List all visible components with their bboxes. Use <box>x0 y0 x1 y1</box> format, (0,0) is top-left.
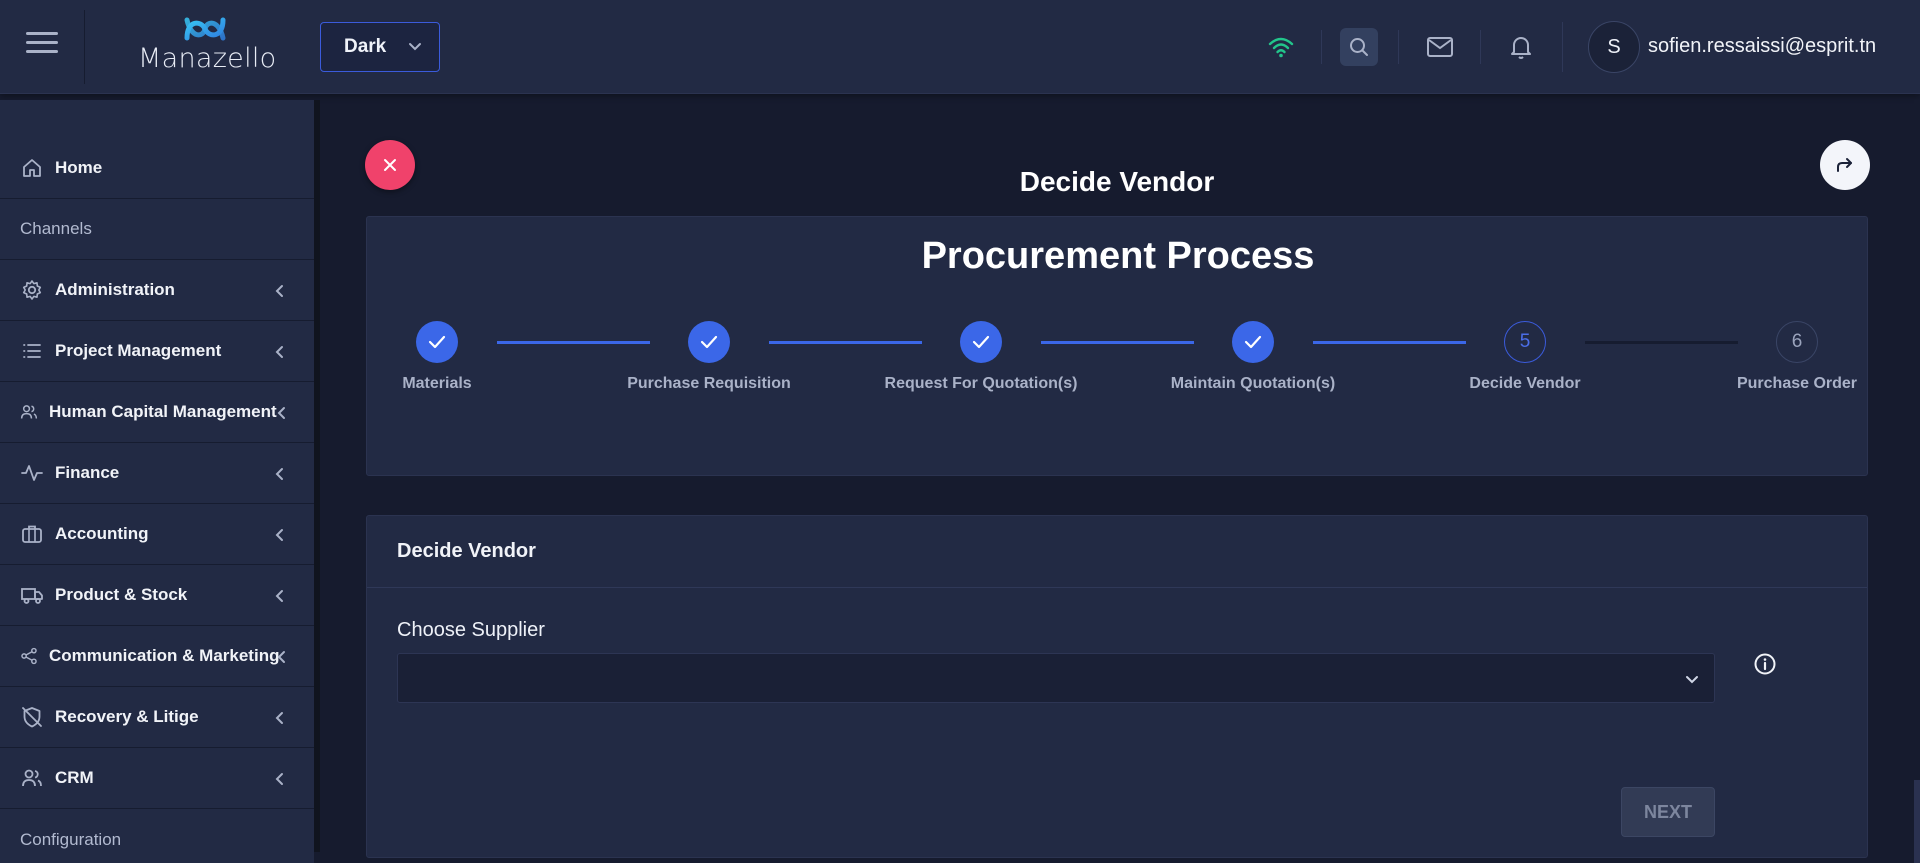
divider <box>1398 30 1399 64</box>
divider <box>1480 30 1481 64</box>
chevron-down-icon <box>409 43 421 51</box>
sidebar-section-label: Channels <box>20 219 92 238</box>
sidebar-item-label: Recovery & Litige <box>55 707 199 726</box>
sidebar-item-crm[interactable]: CRM <box>0 748 314 809</box>
share-icon <box>20 644 38 668</box>
gear-icon <box>20 278 44 302</box>
chevron-left-icon <box>275 712 283 724</box>
check-icon <box>428 335 446 349</box>
sidebar-item-accounting[interactable]: Accounting <box>0 504 314 565</box>
step-connector <box>769 341 922 344</box>
sidebar-item-recovery-litige[interactable]: Recovery & Litige <box>0 687 314 748</box>
step-4-indicator[interactable] <box>1232 321 1274 363</box>
divider <box>84 10 85 84</box>
brand-logo[interactable]: Manazello <box>138 14 277 78</box>
step-connector <box>1313 341 1466 344</box>
info-icon[interactable] <box>1753 652 1777 676</box>
truck-icon <box>20 583 44 607</box>
chevron-left-icon <box>275 529 283 541</box>
step-2-label: Purchase Requisition <box>627 375 791 392</box>
sidebar-item-label: Administration <box>55 280 175 299</box>
decide-vendor-card: Decide Vendor Choose Supplier NEXT <box>366 515 1868 858</box>
sidebar-item-label: CRM <box>55 768 94 787</box>
briefcase-icon <box>20 522 44 546</box>
sidebar-item-label: Project Management <box>55 341 222 360</box>
step-connector <box>497 341 650 344</box>
sidebar-item-label: Human Capital Management <box>49 402 277 421</box>
shield-off-icon <box>20 705 44 729</box>
chevron-left-icon <box>275 468 283 480</box>
home-icon <box>20 156 44 180</box>
wifi-icon[interactable] <box>1262 28 1300 66</box>
check-icon <box>700 335 718 349</box>
sidebar-item-label: Finance <box>55 463 120 482</box>
sidebar-item-label: Product & Stock <box>55 585 188 604</box>
main-scrollbar-track[interactable] <box>1914 100 1920 863</box>
activity-icon <box>20 461 44 485</box>
supplier-select[interactable] <box>397 653 1715 703</box>
step-1-label: Materials <box>402 375 472 392</box>
sidebar-item-product-stock[interactable]: Product & Stock <box>0 565 314 626</box>
avatar[interactable]: S <box>1588 21 1640 73</box>
divider <box>1321 30 1322 64</box>
theme-select-value: Dark <box>344 36 387 57</box>
sidebar-item-home[interactable]: Home <box>0 138 314 199</box>
step-5-indicator[interactable]: 5 <box>1504 321 1546 363</box>
check-icon <box>1244 335 1262 349</box>
step-4-label: Maintain Quotation(s) <box>1170 375 1336 392</box>
sidebar-section-configuration: Configuration <box>0 809 314 863</box>
mail-icon[interactable] <box>1421 28 1459 66</box>
chevron-left-icon <box>277 651 285 663</box>
card-title: Decide Vendor <box>397 540 536 562</box>
sidebar-item-administration[interactable]: Administration <box>0 260 314 321</box>
sidebar-item-human-capital-management[interactable]: Human Capital Management <box>0 382 314 443</box>
chevron-left-icon <box>275 773 283 785</box>
chevron-left-icon <box>277 407 285 419</box>
chevron-left-icon <box>275 590 283 602</box>
step-2-indicator[interactable] <box>688 321 730 363</box>
chevron-down-icon <box>1686 676 1698 684</box>
process-title: Procurement Process <box>921 235 1315 277</box>
page-title: Decide Vendor <box>1019 166 1215 197</box>
sidebar-item-label: Accounting <box>55 524 149 543</box>
list-icon <box>20 339 44 363</box>
supplier-label: Choose Supplier <box>397 619 545 641</box>
sidebar-item-label: Home <box>55 158 103 177</box>
step-6-label: Purchase Order <box>1736 375 1858 392</box>
theme-select[interactable]: Dark <box>320 22 440 72</box>
users-icon <box>20 766 44 790</box>
brand-name: Manazello <box>138 43 277 74</box>
sidebar-item-label: Communication & Marketing <box>49 646 280 665</box>
step-3-indicator[interactable] <box>960 321 1002 363</box>
user-email[interactable]: sofien.ressaissi@esprit.tn <box>1648 35 1876 58</box>
check-icon <box>972 335 990 349</box>
step-3-label: Request For Quotation(s) <box>884 375 1078 392</box>
users-icon <box>20 400 38 424</box>
card-header: Decide Vendor <box>367 516 1867 588</box>
procurement-process-card: Procurement Process Materials Purchase R… <box>366 216 1868 476</box>
sidebar-scrollbar[interactable] <box>314 100 320 852</box>
logo-mark-icon <box>184 17 226 41</box>
search-icon[interactable] <box>1340 28 1378 66</box>
step-6-indicator[interactable]: 6 <box>1776 321 1818 363</box>
sidebar-section-channels: Channels <box>0 199 314 260</box>
step-connector <box>1041 341 1194 344</box>
divider <box>1562 22 1563 72</box>
next-button[interactable]: NEXT <box>1621 787 1715 837</box>
top-bar: Manazello Dark S sofien.ressaissi@esprit… <box>0 0 1920 94</box>
sidebar-section-label: Configuration <box>20 829 122 849</box>
step-connector <box>1585 341 1738 344</box>
chevron-left-icon <box>275 346 283 358</box>
step-1-indicator[interactable] <box>416 321 458 363</box>
chevron-left-icon <box>275 285 283 297</box>
sidebar-item-project-management[interactable]: Project Management <box>0 321 314 382</box>
step-5-label: Decide Vendor <box>1469 375 1581 392</box>
sidebar-item-communication-marketing[interactable]: Communication & Marketing <box>0 626 314 687</box>
main-scrollbar-thumb[interactable] <box>1914 780 1920 863</box>
sidebar: Home Channels Administration Project Man… <box>0 100 314 863</box>
bell-icon[interactable] <box>1502 28 1540 66</box>
sidebar-item-finance[interactable]: Finance <box>0 443 314 504</box>
menu-icon[interactable] <box>26 32 58 60</box>
